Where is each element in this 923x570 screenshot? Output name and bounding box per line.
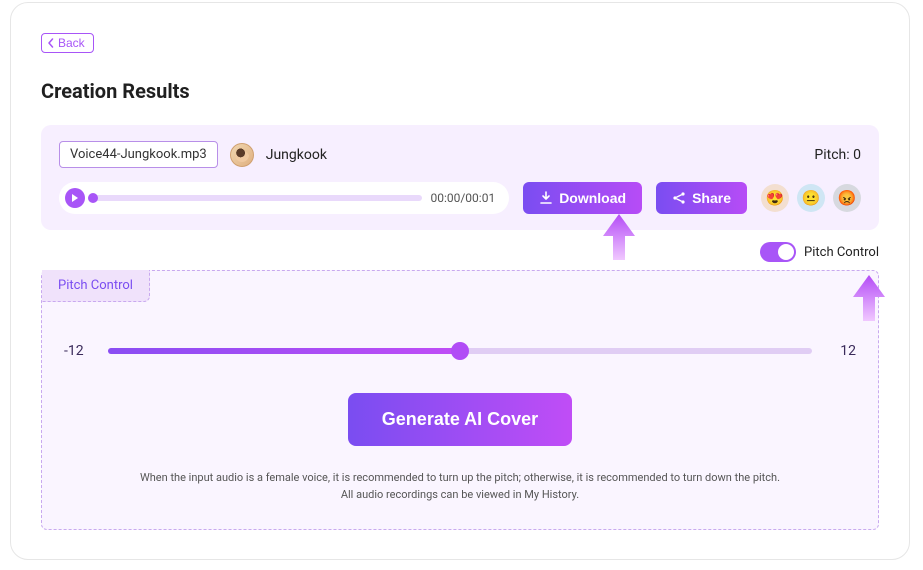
- pitch-readout: Pitch: 0: [814, 147, 861, 163]
- pitch-min-label: -12: [64, 343, 92, 359]
- toggle-knob: [778, 244, 794, 260]
- reaction-neutral[interactable]: 😐: [797, 184, 825, 212]
- generate-button[interactable]: Generate AI Cover: [348, 393, 572, 446]
- result-header-row: Voice44-Jungkook.mp3 Jungkook Pitch: 0: [59, 141, 861, 168]
- back-label: Back: [58, 36, 85, 50]
- pitch-toggle-label: Pitch Control: [804, 245, 879, 260]
- audio-player: 00:00/00:01: [59, 182, 509, 214]
- seek-track[interactable]: [93, 195, 422, 201]
- file-chip[interactable]: Voice44-Jungkook.mp3: [59, 141, 218, 168]
- result-card: Voice44-Jungkook.mp3 Jungkook Pitch: 0 0…: [41, 125, 879, 230]
- pitch-max-label: 12: [828, 343, 856, 359]
- voice-name: Jungkook: [266, 147, 327, 163]
- play-icon: [71, 194, 79, 202]
- reaction-love[interactable]: 😍: [761, 184, 789, 212]
- pitch-panel: Pitch Control -12 12 Generate AI Cover W…: [41, 270, 879, 530]
- hint-line-1: When the input audio is a female voice, …: [64, 470, 856, 487]
- play-button[interactable]: [65, 188, 85, 208]
- hint-line-2: All audio recordings can be viewed in My…: [64, 487, 856, 504]
- page-title: Creation Results: [41, 79, 879, 103]
- pitch-slider-row: -12 12: [64, 343, 856, 359]
- pitch-slider-fill: [108, 348, 460, 354]
- pitch-hint: When the input audio is a female voice, …: [64, 470, 856, 503]
- time-display: 00:00/00:01: [430, 191, 495, 205]
- result-controls-row: 00:00/00:01 Download Share 😍 😐 😡: [59, 182, 861, 214]
- download-icon: [539, 191, 553, 205]
- pitch-slider[interactable]: [108, 348, 812, 354]
- download-label: Download: [559, 190, 626, 206]
- app-frame: Back Creation Results Voice44-Jungkook.m…: [10, 2, 910, 560]
- share-label: Share: [692, 190, 731, 206]
- pitch-toggle[interactable]: [760, 242, 796, 262]
- reaction-angry[interactable]: 😡: [833, 184, 861, 212]
- pitch-panel-tab: Pitch Control: [42, 270, 150, 302]
- voice-avatar: [230, 143, 254, 167]
- share-icon: [672, 191, 686, 205]
- share-button[interactable]: Share: [656, 182, 747, 214]
- back-button[interactable]: Back: [41, 33, 94, 53]
- pitch-toggle-row: Pitch Control: [41, 242, 879, 262]
- download-button[interactable]: Download: [523, 182, 642, 214]
- chevron-left-icon: [46, 38, 56, 48]
- reactions: 😍 😐 😡: [761, 184, 861, 212]
- seek-thumb[interactable]: [88, 193, 98, 203]
- pitch-slider-knob[interactable]: [451, 342, 469, 360]
